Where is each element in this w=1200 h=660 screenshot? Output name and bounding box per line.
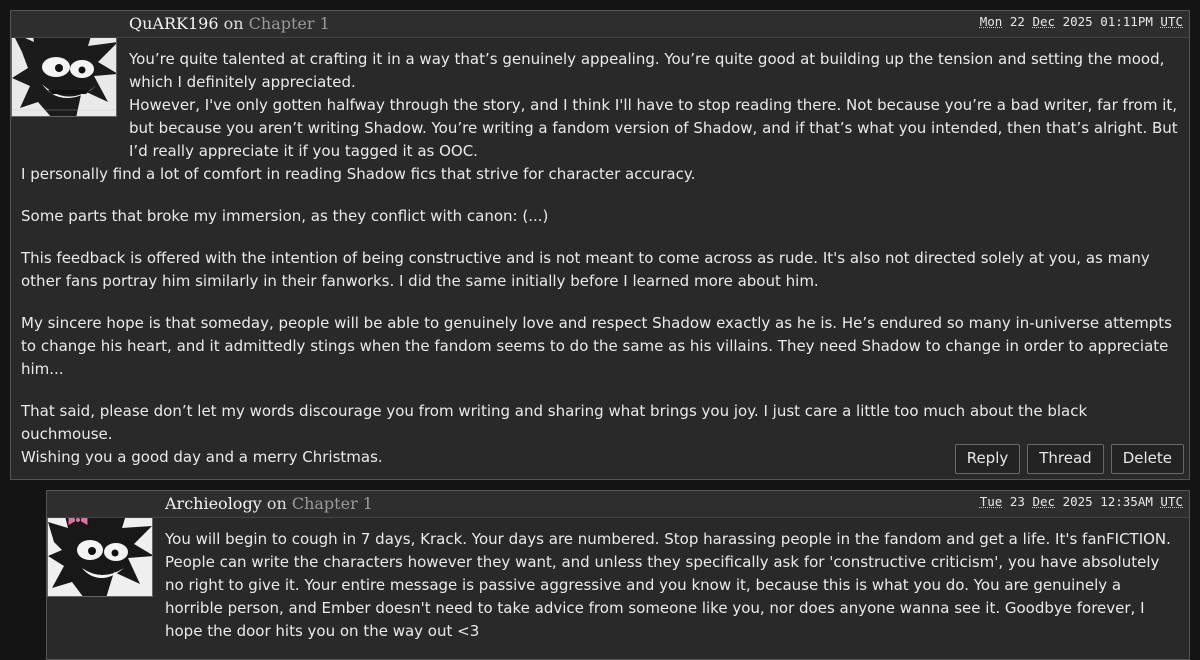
- timezone: UTC: [1160, 14, 1183, 29]
- comment-paragraph: Some parts that broke my immersion, as t…: [21, 207, 549, 225]
- byline: QuARK196 on Chapter 1: [129, 14, 330, 33]
- timezone: UTC: [1160, 494, 1183, 509]
- chapter-link[interactable]: Chapter 1: [292, 494, 373, 513]
- comment-paragraph: I personally find a lot of comfort in re…: [21, 165, 696, 183]
- comment-actions: Reply Thread Delete: [954, 444, 1184, 474]
- month: Dec: [1032, 14, 1056, 29]
- byline-on: on: [266, 494, 287, 513]
- comment-paragraph: However, I've only gotten halfway throug…: [129, 96, 1178, 160]
- author-name[interactable]: QuARK196: [129, 14, 219, 33]
- chapter-link[interactable]: Chapter 1: [249, 14, 330, 33]
- author-name[interactable]: Archieology: [165, 494, 262, 513]
- comment: QuARK196 on Chapter 1 Mon 22 Dec 2025 01…: [10, 10, 1190, 480]
- month: Dec: [1032, 494, 1056, 509]
- day-of-month: 22: [1009, 14, 1025, 29]
- time: 12:35AM: [1100, 494, 1153, 509]
- weekday: Mon: [979, 14, 1003, 29]
- year: 2025: [1062, 14, 1093, 29]
- comment-header: QuARK196 on Chapter 1 Mon 22 Dec 2025 01…: [11, 11, 1189, 38]
- comment-paragraph: That said, please don’t let my words dis…: [21, 402, 1088, 443]
- year: 2025: [1062, 494, 1093, 509]
- comment-body: You will begin to cough in 7 days, Krack…: [47, 518, 1189, 643]
- thread-button[interactable]: Thread: [1027, 444, 1104, 474]
- comment-paragraph: You’re quite talented at crafting it in …: [129, 50, 1165, 91]
- comment-timestamp: Mon 22 Dec 2025 01:11PM UTC: [980, 14, 1183, 29]
- comment-timestamp: Tue 23 Dec 2025 12:35AM UTC: [980, 494, 1183, 509]
- delete-button[interactable]: Delete: [1110, 444, 1184, 474]
- comment-reply: Archieology on Chapter 1 Tue 23 Dec 2025…: [46, 490, 1190, 660]
- byline-on: on: [223, 14, 244, 33]
- comment-body: You’re quite talented at crafting it in …: [11, 38, 1189, 469]
- weekday: Tue: [979, 494, 1003, 509]
- reply-button[interactable]: Reply: [954, 444, 1021, 474]
- day-of-month: 23: [1009, 494, 1025, 509]
- comment-paragraph: You will begin to cough in 7 days, Krack…: [165, 530, 1171, 640]
- byline: Archieology on Chapter 1: [165, 494, 373, 513]
- comment-paragraph: This feedback is offered with the intent…: [21, 249, 1150, 290]
- comment-header: Archieology on Chapter 1 Tue 23 Dec 2025…: [47, 491, 1189, 518]
- time: 01:11PM: [1100, 14, 1153, 29]
- comment-paragraph: My sincere hope is that someday, people …: [21, 314, 1172, 378]
